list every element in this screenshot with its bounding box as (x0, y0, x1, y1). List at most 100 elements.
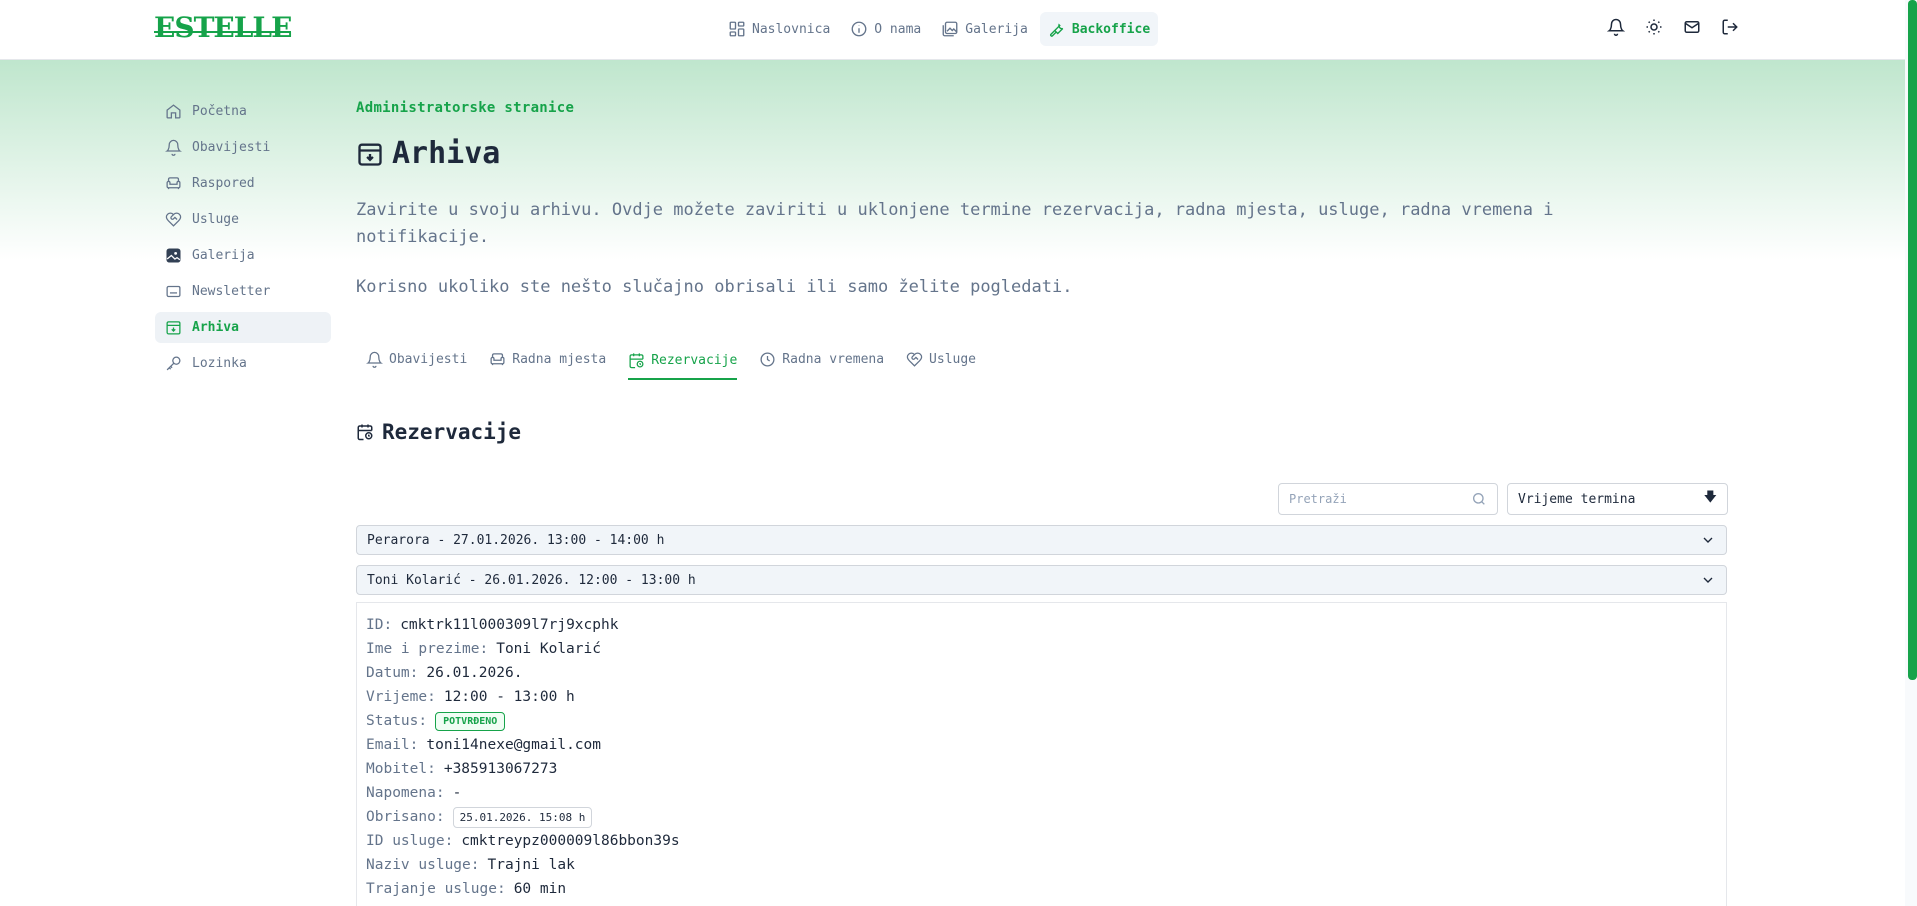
detail-label: ID: (366, 617, 393, 633)
tab-label: Radna vremena (782, 351, 885, 367)
detail-row-service-name: Naziv usluge: Trajni lak (366, 853, 1717, 877)
sun-icon (1646, 19, 1662, 35)
sidebar-item-obavijesti[interactable]: Obavijesti (155, 132, 331, 163)
top-navigation: Naslovnica O nama Galerija Backoffice (720, 12, 1159, 46)
wrench-icon (1049, 23, 1064, 37)
key-icon (166, 356, 181, 371)
sidebar-item-label: Usluge (192, 212, 239, 227)
search-box[interactable] (1278, 483, 1498, 515)
reservation-summary: Perarora - 27.01.2026. 13:00 - 14:00 h (367, 532, 665, 548)
search-icon[interactable] (1471, 491, 1487, 507)
detail-row-id: ID: cmktrk11l000309l7rj9xcphk (366, 613, 1717, 637)
chevron-down-icon (1703, 577, 1713, 583)
detail-label: Mobitel: (366, 761, 436, 777)
detail-row-note: Napomena: - (366, 781, 1717, 805)
reservation-accordion-header[interactable]: Perarora - 27.01.2026. 13:00 - 14:00 h (356, 525, 1727, 555)
detail-value: - (452, 785, 462, 801)
page-kicker: Administratorske stranice (356, 100, 575, 116)
mail-button[interactable] (1681, 16, 1703, 38)
tab-radna-vremena[interactable]: Radna vremena (759, 344, 884, 378)
detail-row-email: Email: toni14nexe@gmail.com (366, 733, 1717, 757)
brand-logo[interactable]: ESTELLE (154, 13, 292, 43)
main-content: Administratorske stranice Arhiva Zavirit… (356, 100, 1728, 906)
armchair-icon (166, 177, 181, 190)
sidebar-item-label: Newsletter (192, 284, 271, 299)
detail-label: Vrijeme: (366, 689, 436, 705)
sidebar-item-galerija[interactable]: Galerija (155, 240, 331, 271)
deleted-timestamp-badge: 25.01.2026. 15:08 h (452, 806, 593, 828)
layout-icon (729, 21, 745, 37)
sidebar-item-pocetna[interactable]: Početna (155, 96, 331, 127)
chevron-down-icon (1703, 537, 1713, 543)
sidebar-item-label: Obavijesti (192, 140, 271, 155)
sidebar-item-arhiva[interactable]: Arhiva (155, 312, 331, 343)
section-title: Rezervacije (382, 420, 522, 444)
tab-radna-mjesta[interactable]: Radna mjesta (489, 344, 606, 378)
top-bar: ESTELLE Naslovnica O nama Galerija Backo… (0, 0, 1905, 60)
tab-rezervacije[interactable]: Rezervacije (628, 344, 738, 380)
page-title: Arhiva (392, 136, 501, 171)
info-icon (851, 21, 867, 37)
detail-value: +385913067273 (443, 761, 558, 777)
sidebar-item-lozinka[interactable]: Lozinka (155, 348, 331, 379)
bell-icon (1607, 18, 1625, 36)
topnav-item-naslovnica[interactable]: Naslovnica (720, 12, 838, 46)
sort-select[interactable]: Vrijeme termina 🡇 (1507, 483, 1728, 515)
detail-label: Naziv usluge: (366, 857, 480, 873)
tab-label: Usluge (929, 351, 977, 367)
detail-value: Trajni lak (487, 857, 575, 873)
topnav-item-o-nama[interactable]: O nama (842, 12, 929, 46)
notifications-button[interactable] (1605, 16, 1627, 38)
calendar-clock-icon (629, 352, 644, 368)
scrollbar-thumb[interactable] (1908, 0, 1917, 680)
heart-handshake-icon (165, 212, 182, 227)
tab-obavijesti[interactable]: Obavijesti (366, 344, 467, 378)
topnav-item-galerija[interactable]: Galerija (933, 12, 1036, 46)
sidebar-item-raspored[interactable]: Raspored (155, 168, 331, 199)
topnav-label: Naslovnica (752, 21, 831, 37)
reservation-accordion-header[interactable]: Toni Kolarić - 26.01.2026. 12:00 - 13:00… (356, 565, 1727, 595)
detail-label: Status: (366, 713, 428, 729)
logout-icon (1722, 19, 1738, 35)
page-description: Zavirite u svoju arhivu. Ovdje možete za… (356, 200, 1554, 247)
detail-label: Email: (366, 737, 419, 753)
sidebar-item-newsletter[interactable]: Newsletter (155, 276, 331, 307)
detail-value: cmktreypz000009l86bbon39s (461, 833, 680, 849)
heart-handshake-icon (906, 351, 923, 367)
sidebar-item-label: Arhiva (192, 320, 239, 335)
topnav-label: Galerija (965, 21, 1028, 37)
detail-label: Trajanje usluge: (366, 881, 506, 897)
topnav-label: O nama (874, 21, 922, 37)
detail-label: Datum: (366, 665, 419, 681)
tab-usluge[interactable]: Usluge (906, 344, 976, 378)
topnav-item-backoffice[interactable]: Backoffice (1039, 12, 1159, 46)
tab-label: Obavijesti (389, 351, 468, 367)
detail-row-service-id: ID usluge: cmktreypz000009l86bbon39s (366, 829, 1717, 853)
mail-icon (1684, 21, 1700, 33)
home-icon (166, 104, 181, 119)
detail-label: Napomena: (366, 785, 445, 801)
sidebar-item-usluge[interactable]: Usluge (155, 204, 331, 235)
detail-label: Ime i prezime: (366, 641, 489, 657)
theme-toggle-button[interactable] (1643, 16, 1665, 38)
logout-button[interactable] (1719, 16, 1741, 38)
detail-value: cmktrk11l000309l7rj9xcphk (400, 617, 619, 633)
archive-icon (358, 143, 382, 166)
tab-label: Radna mjesta (512, 351, 607, 367)
archive-tabs: Obavijesti Radna mjesta Rezervacije Radn… (366, 344, 976, 380)
sidebar-item-label: Raspored (192, 176, 255, 191)
detail-value: 12:00 - 13:00 h (443, 689, 575, 705)
detail-value: 60 min (513, 881, 567, 897)
detail-value: 26.01.2026. (426, 665, 523, 681)
tab-label: Rezervacije (651, 352, 738, 368)
detail-row-status: Status: POTVRĐENO (366, 709, 1717, 733)
detail-row-service-duration: Trajanje usluge: 60 min (366, 877, 1717, 901)
sidebar-item-label: Početna (192, 104, 247, 119)
page-title-row: Arhiva (356, 136, 1728, 171)
arrow-down-icon: 🡇 (1703, 490, 1717, 505)
reservation-details: ID: cmktrk11l000309l7rj9xcphk Ime i prez… (356, 602, 1727, 906)
status-badge: POTVRĐENO (435, 711, 506, 731)
detail-value: toni14nexe@gmail.com (426, 737, 601, 753)
detail-label: Obrisano: (366, 809, 445, 825)
search-input[interactable] (1289, 492, 1459, 506)
